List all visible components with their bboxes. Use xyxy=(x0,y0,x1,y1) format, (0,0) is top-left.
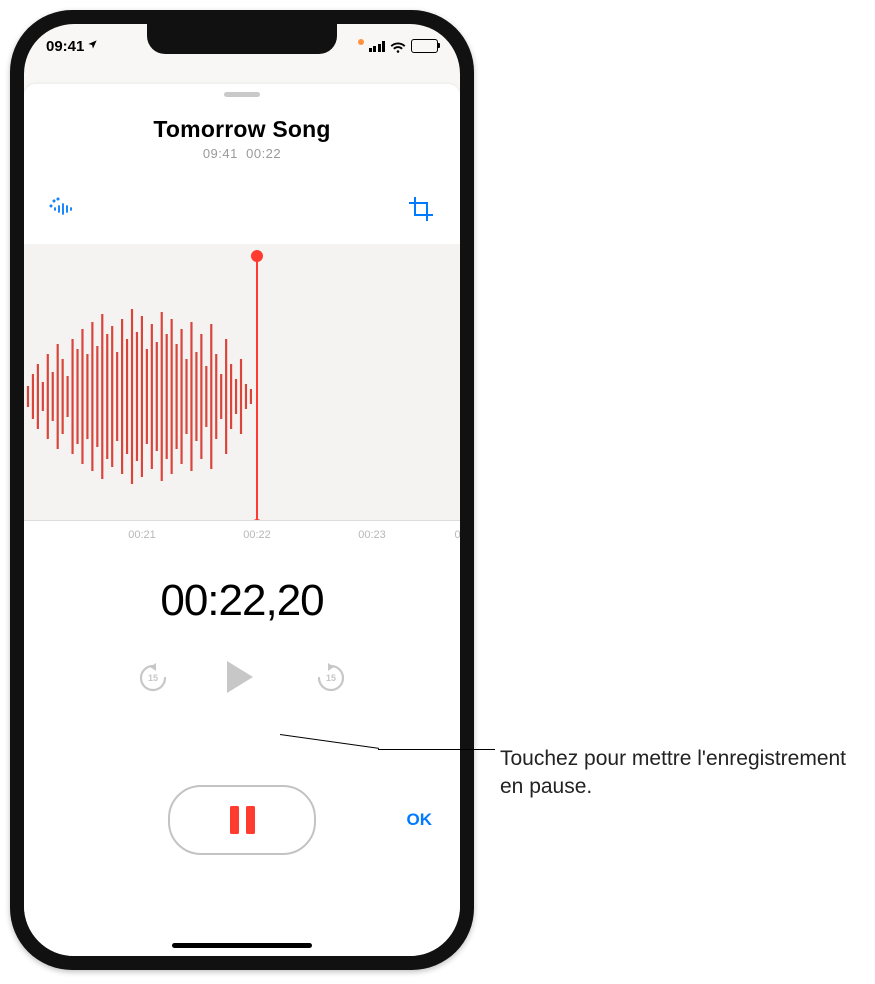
phone-frame: 09:41 Tomorrow Song xyxy=(10,10,474,970)
elapsed-timer: 00:22,20 xyxy=(24,576,460,626)
pause-button[interactable] xyxy=(168,785,316,855)
timeline-ruler[interactable]: 00:21 00:22 00:23 0 xyxy=(24,520,460,549)
sheet-grabber[interactable] xyxy=(224,92,260,97)
recording-subtitle: 09:41 00:22 xyxy=(24,146,460,161)
timeline-tick: 0 xyxy=(454,529,460,541)
cellular-icon xyxy=(369,41,386,52)
phone-screen: 09:41 Tomorrow Song xyxy=(24,24,460,956)
callout-text: Touchez pour mettre l'enregistrement en … xyxy=(500,745,875,802)
recording-header: Tomorrow Song 09:41 00:22 xyxy=(24,116,460,161)
skip-forward-button[interactable]: 15 xyxy=(314,661,348,695)
playback-controls: 15 15 xyxy=(24,659,460,697)
done-button[interactable]: OK xyxy=(407,810,433,830)
waveform-area[interactable]: 00:21 00:22 00:23 0 xyxy=(24,244,460,549)
battery-icon xyxy=(411,39,438,53)
recording-sheet: Tomorrow Song 09:41 00:22 xyxy=(24,84,460,956)
enhance-icon[interactable] xyxy=(48,194,78,224)
location-icon xyxy=(87,39,98,53)
tutorial-figure: 09:41 Tomorrow Song xyxy=(0,0,875,984)
recording-indicator-dot xyxy=(358,39,364,45)
play-button[interactable] xyxy=(225,659,259,697)
callout-leader-line xyxy=(378,749,495,750)
status-time: 09:41 xyxy=(46,38,84,55)
trim-icon[interactable] xyxy=(406,194,436,224)
wifi-icon xyxy=(390,40,406,52)
waveform xyxy=(24,304,460,489)
timeline-tick: 00:21 xyxy=(128,529,156,541)
status-right xyxy=(358,39,439,53)
record-controls-row: OK xyxy=(24,784,460,856)
status-left: 09:41 xyxy=(46,38,98,55)
playhead[interactable] xyxy=(256,256,258,525)
tool-row xyxy=(24,194,460,224)
notch xyxy=(147,24,337,54)
recording-title[interactable]: Tomorrow Song xyxy=(24,116,460,143)
home-indicator[interactable] xyxy=(172,943,312,948)
skip-back-button[interactable]: 15 xyxy=(136,661,170,695)
timeline-tick: 00:23 xyxy=(358,529,386,541)
pause-icon xyxy=(230,806,255,834)
timeline-tick: 00:22 xyxy=(243,529,271,541)
